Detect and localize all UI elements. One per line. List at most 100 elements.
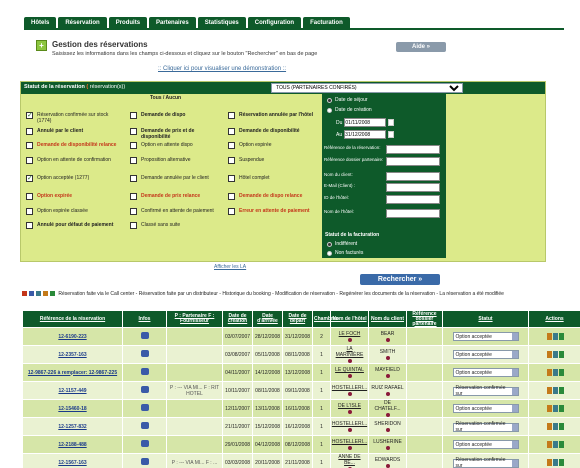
client-icon[interactable] [385,374,390,378]
table-row[interactable]: 12-1257-832 21/11/2007 15/12/2008 16/12/200… [22,417,580,436]
status-select[interactable]: Option acceptée [452,368,519,377]
status-checkbox[interactable]: Option en attente dispo [130,142,222,149]
regenerate-icon[interactable] [558,405,564,412]
status-select[interactable]: Réservation confirmée sur [452,421,519,433]
checkbox-box[interactable] [228,142,235,149]
checkbox-box[interactable] [228,208,235,215]
history-icon[interactable] [552,387,558,394]
reservation-ref-link[interactable]: 12-15460-18 [22,399,123,418]
regenerate-icon[interactable] [558,387,564,394]
reservation-ref-link[interactable]: 12-6190-223 [22,327,123,346]
regenerate-icon[interactable] [558,459,564,466]
checkbox-box[interactable] [228,128,235,135]
regenerate-icon[interactable] [558,423,564,430]
client-icon[interactable] [385,356,390,360]
checkbox-box[interactable] [130,193,137,200]
checkbox-box[interactable] [26,142,33,149]
client-icon[interactable] [385,464,390,468]
regenerate-icon[interactable] [558,351,564,358]
table-row[interactable]: 12-9867-226 à remplacer: 12-9867-225 04/1… [22,363,580,382]
checkbox-box[interactable] [26,208,33,215]
checkbox-box[interactable] [130,112,137,119]
column-header[interactable]: Date d'arrivée [252,310,283,328]
status-checkbox[interactable]: Demande de disponibilité relance [26,142,118,149]
checkbox-box[interactable] [26,222,33,229]
history-icon[interactable] [552,423,558,430]
checkbox-box[interactable]: ✓ [26,112,33,119]
status-checkbox[interactable]: Option expirée [228,142,320,149]
search-field-input[interactable] [386,195,440,204]
history-icon[interactable] [552,441,558,448]
radio-indifferent[interactable]: Indifférent [327,241,357,247]
regenerate-icon[interactable] [558,333,564,340]
checkbox-box[interactable] [228,175,235,182]
checkbox-box[interactable] [228,112,235,119]
edit-icon[interactable] [546,405,552,412]
location-pin-icon[interactable] [347,359,352,363]
regenerate-icon[interactable] [558,441,564,448]
radio-date-sejour[interactable]: Date de séjour [327,97,368,103]
info-icon[interactable] [140,332,149,339]
hotel-name-link[interactable]: ANNE DE BE... [333,454,366,466]
table-row[interactable]: 12-2188-488 29/01/2008 04/12/2008 08/12/200… [22,435,580,454]
hotel-name-link[interactable]: HOSTELLERI... [332,385,367,391]
hotel-name-link[interactable]: LE QUINTAL [335,367,364,373]
client-icon[interactable] [385,413,390,417]
status-select[interactable]: Option acceptée [452,440,519,449]
table-row[interactable]: 12-2357-163 03/08/2007 05/11/2008 08/11/200… [22,345,580,364]
status-checkbox[interactable]: Demande de prix relance [130,193,222,200]
edit-icon[interactable] [546,459,552,466]
status-checkbox[interactable]: Réservation annulée par l'hôtel [228,112,320,119]
status-checkbox[interactable]: Demande de dispo [130,112,222,119]
edit-icon[interactable] [546,333,552,340]
client-icon[interactable] [385,446,390,450]
status-checkbox[interactable]: Erreur en attente de paiement [228,208,320,215]
status-select[interactable]: Réservation confirmée sur [452,385,519,397]
history-icon[interactable] [552,351,558,358]
history-icon[interactable] [552,459,558,466]
status-checkbox[interactable]: Suspendue [228,157,320,164]
status-checkbox[interactable]: Demande de disponibilité [228,128,320,135]
column-header[interactable]: Nom de l'hôtel [330,310,369,328]
status-checkbox[interactable]: Classé sans suite [130,222,222,229]
search-field-input[interactable] [386,172,440,181]
table-row[interactable]: 12-6190-223 03/07/2007 28/12/2008 31/12/200… [22,327,580,346]
calendar-icon[interactable] [388,131,395,138]
location-pin-icon[interactable] [347,428,352,432]
location-pin-icon[interactable] [347,410,352,414]
rechercher-button[interactable]: Rechercher » [360,274,440,285]
table-row[interactable]: 12-1567-163 P : --- VIA MI... F : ... 03/0… [22,453,580,468]
partner-select[interactable]: TOUS (PARTENAIRES CONFIRÉS) [271,83,463,93]
client-icon[interactable] [385,338,390,342]
checkbox-box[interactable] [26,193,33,200]
history-icon[interactable] [552,333,558,340]
column-header[interactable]: Date de départ [282,310,313,328]
info-icon[interactable] [140,422,149,429]
status-checkbox[interactable]: Demande de prix et de disponibilité [130,128,222,140]
client-icon[interactable] [385,392,390,396]
info-icon[interactable] [140,458,149,465]
status-checkbox[interactable]: Option expirée classée [26,208,118,215]
table-row[interactable]: 12-15460-18 12/11/2007 13/11/2008 16/11/200… [22,399,580,418]
location-pin-icon[interactable] [347,338,352,342]
history-icon[interactable] [552,369,558,376]
reservation-ref-link[interactable]: 12-1157-449 [22,381,123,400]
column-header[interactable]: Infos [122,310,167,328]
reservation-ref-link[interactable]: 12-2357-163 [22,345,123,364]
info-icon[interactable] [140,440,149,447]
info-icon[interactable] [140,368,149,375]
reservation-ref-link[interactable]: 12-1257-832 [22,417,123,436]
status-checkbox[interactable]: ✓ Option acceptée (1277) [26,175,118,182]
checkbox-box[interactable] [228,193,235,200]
radio-non-factures[interactable]: Non facturés [327,250,363,256]
edit-icon[interactable] [546,387,552,394]
checkbox-box[interactable] [26,128,33,135]
status-select[interactable]: Option acceptée [452,332,519,341]
edit-icon[interactable] [546,423,552,430]
location-pin-icon[interactable] [347,446,352,450]
column-header[interactable]: Nom du client [368,310,407,328]
column-header[interactable]: Statut [442,310,529,328]
reservation-ref-link[interactable]: 12-2188-488 [22,435,123,454]
calendar-icon[interactable] [388,119,395,126]
status-select[interactable]: Option acceptée [452,404,519,413]
